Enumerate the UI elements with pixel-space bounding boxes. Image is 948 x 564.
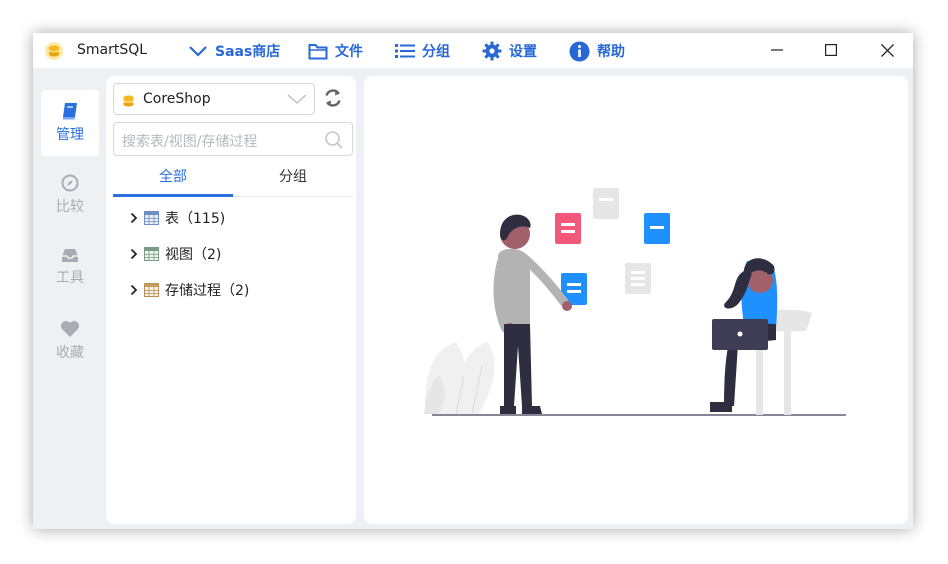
database-select[interactable]: CoreShop: [113, 83, 315, 115]
procedure-icon: [144, 283, 159, 297]
empty-state-illustration: [424, 188, 846, 416]
tree-item-tables[interactable]: 表（115): [130, 207, 225, 229]
nav-item-manage-label: 管理: [56, 127, 84, 143]
close-button[interactable]: [867, 37, 907, 63]
chevron-right-icon[interactable]: [130, 212, 138, 224]
search-placeholder: 搜索表/视图/存储过程: [122, 134, 258, 150]
chevron-right-icon[interactable]: [130, 284, 138, 296]
heart-icon: [61, 321, 79, 337]
tab-group-label: 分组: [279, 169, 307, 185]
menu-settings-label: 设置: [509, 44, 537, 60]
chevron-right-icon[interactable]: [130, 248, 138, 260]
tab-all[interactable]: 全部: [113, 164, 233, 197]
tree-item-views-label: 视图（2): [165, 247, 222, 263]
document-gray-mid: [625, 263, 651, 294]
object-browser-panel: CoreShop 搜索表/视图/存储过程 全部 分组 表（115) 视图（2) …: [106, 76, 356, 524]
menu-settings[interactable]: 设置: [482, 40, 537, 62]
app-window: SmartSQL Saas商店 文件 分组 设置 帮助 管理 比较 工具 收藏 …: [33, 33, 913, 529]
tab-all-label: 全部: [159, 169, 187, 185]
title-bar: SmartSQL Saas商店 文件 分组 设置 帮助: [33, 33, 913, 68]
nav-item-compare[interactable]: 比较: [41, 162, 99, 228]
menu-file[interactable]: 文件: [308, 40, 363, 62]
database-icon: [123, 95, 134, 107]
tree-item-procedures-label: 存储过程（2): [165, 283, 250, 299]
app-title: SmartSQL: [77, 42, 148, 58]
inbox-icon: [62, 249, 78, 262]
gear-icon: [482, 41, 502, 61]
chevron-down-icon: [287, 94, 307, 104]
tab-active-indicator: [113, 194, 233, 197]
tree-item-procedures[interactable]: 存储过程（2): [130, 279, 249, 301]
document-gray-top: [593, 188, 619, 219]
chevron-down-icon: [189, 46, 207, 57]
folder-icon: [308, 44, 328, 60]
book-icon: [62, 103, 77, 120]
refresh-icon[interactable]: [322, 87, 344, 109]
main-content-area: [364, 76, 908, 524]
close-icon: [880, 43, 894, 57]
compass-icon: [61, 174, 79, 192]
menu-help[interactable]: 帮助: [569, 40, 625, 62]
tree-item-views[interactable]: 视图（2): [130, 243, 221, 265]
maximize-button[interactable]: [811, 37, 851, 63]
database-name: CoreShop: [143, 91, 211, 107]
menu-file-label: 文件: [335, 44, 363, 60]
view-icon: [144, 247, 159, 261]
menu-saas-store[interactable]: Saas商店: [188, 40, 280, 62]
info-icon: [569, 41, 590, 61]
tab-group[interactable]: 分组: [233, 164, 353, 196]
search-icon[interactable]: [324, 130, 344, 150]
nav-item-tools-label: 工具: [56, 270, 84, 286]
plant-illustration: [424, 342, 495, 415]
menu-group-label: 分组: [422, 44, 450, 60]
list-icon: [395, 44, 415, 58]
minimize-button[interactable]: [757, 37, 797, 63]
database-logo-icon: [45, 42, 63, 60]
sitting-person-illustration: [710, 258, 812, 415]
menu-saas-store-label: Saas商店: [215, 44, 281, 60]
minimize-icon: [771, 49, 783, 51]
document-red: [555, 213, 581, 244]
nav-item-favorites[interactable]: 收藏: [41, 308, 99, 374]
menu-help-label: 帮助: [597, 44, 625, 60]
standing-person-illustration: [493, 214, 572, 414]
nav-item-favorites-label: 收藏: [56, 345, 84, 361]
left-nav: 管理 比较 工具 收藏: [39, 76, 99, 526]
panel-tabs: 全部 分组: [113, 164, 353, 197]
table-icon: [144, 211, 159, 225]
menu-group[interactable]: 分组: [395, 40, 450, 62]
maximize-icon: [825, 44, 837, 56]
document-blue-right: [644, 213, 670, 244]
tree-item-tables-label: 表（115): [165, 211, 226, 227]
nav-item-manage[interactable]: 管理: [41, 90, 99, 156]
nav-item-compare-label: 比较: [56, 199, 84, 215]
search-input[interactable]: 搜索表/视图/存储过程: [113, 122, 353, 156]
nav-item-tools[interactable]: 工具: [41, 234, 99, 300]
